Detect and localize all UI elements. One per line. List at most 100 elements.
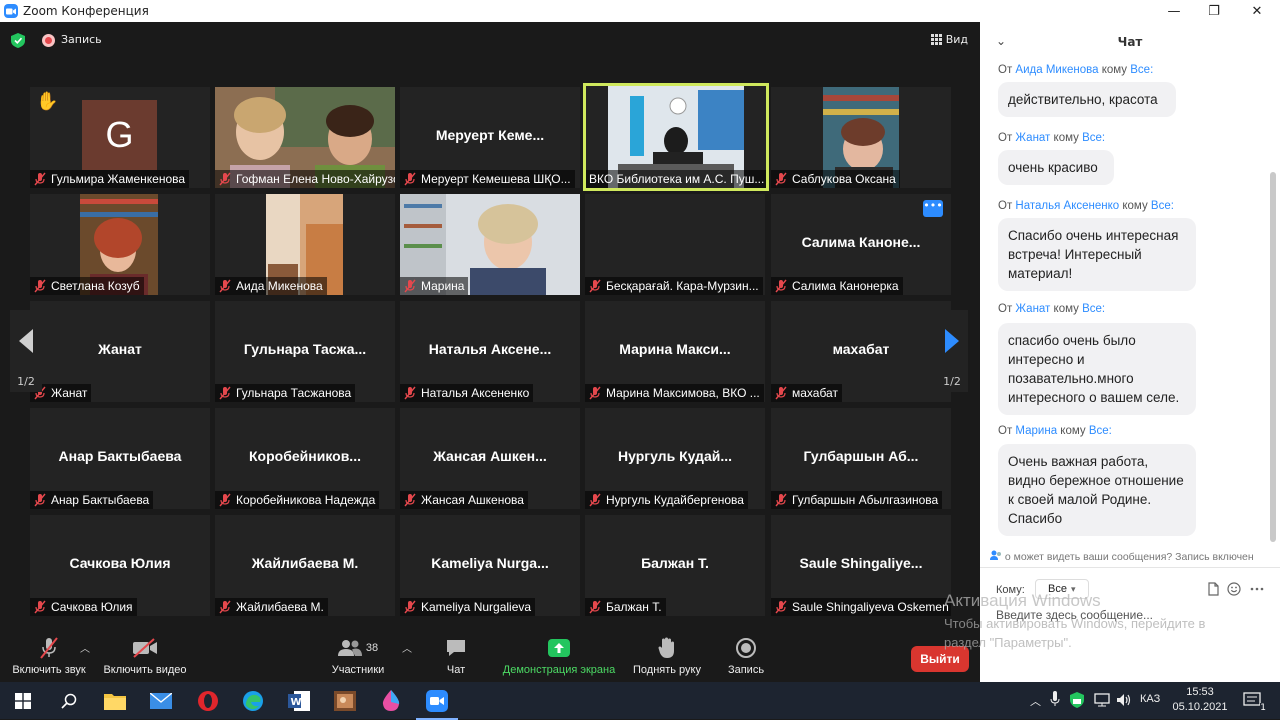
mic-muted-icon xyxy=(219,172,231,186)
video-tile[interactable]: Коробейников... Коробейникова Надежда xyxy=(215,408,395,509)
raise-hand-button[interactable]: Поднять руку xyxy=(628,636,706,676)
video-tile[interactable]: Балжан Т. Балжан Т. xyxy=(585,515,765,616)
participant-label: Коробейникова Надежда xyxy=(215,491,380,509)
video-tile[interactable]: Саблукова Оксана xyxy=(771,87,951,188)
participant-name: Нургуль Кудайбергенова xyxy=(606,493,744,507)
opera-app[interactable] xyxy=(195,688,221,714)
participant-label: Гофман Елена Ново-Хайрузо... xyxy=(215,170,395,188)
share-screen-icon xyxy=(548,639,570,657)
next-page-button[interactable]: 1/2 xyxy=(936,310,968,392)
raise-hand-icon xyxy=(658,637,674,658)
zoom-app[interactable] xyxy=(416,688,458,720)
participants-options-chevron-icon[interactable]: ︿ xyxy=(402,640,412,655)
mic-muted-icon xyxy=(219,600,231,614)
participant-label: Сачкова Юлия xyxy=(30,598,137,616)
participant-label: Kameliya Nurgalieva xyxy=(400,598,536,616)
mic-muted-icon xyxy=(404,600,416,614)
file-explorer-app[interactable] xyxy=(102,688,128,714)
video-tile[interactable]: Анар Бактыбаева Анар Бактыбаева xyxy=(30,408,210,509)
video-tile[interactable]: Kameliya Nurga... Kameliya Nurgalieva xyxy=(400,515,580,616)
file-attach-icon[interactable] xyxy=(1206,582,1220,596)
participant-big-name: Балжан Т. xyxy=(641,555,709,571)
chat-header: ⌄ Чат xyxy=(980,22,1280,60)
tray-overflow-chevron-icon[interactable]: ︿ xyxy=(1030,693,1041,709)
audio-options-chevron-icon[interactable]: ︿ xyxy=(80,640,90,655)
gallery-grid-icon xyxy=(930,34,942,45)
participant-big-name: Жанат xyxy=(98,341,142,357)
video-tile[interactable]: Гофман Елена Ново-Хайрузо... xyxy=(215,87,395,188)
video-tile[interactable]: махабат махабат xyxy=(771,301,951,402)
image-viewer-app[interactable] xyxy=(332,688,358,714)
participant-name: Коробейникова Надежда xyxy=(236,493,376,507)
participant-label: Гульнара Тасжанова xyxy=(215,384,356,402)
video-tile[interactable]: Светлана Козуб xyxy=(30,194,210,295)
participant-name: Жансая Ашкенова xyxy=(421,493,524,507)
participant-big-name: махабат xyxy=(832,341,890,357)
taskbar-clock[interactable]: 15:53 05.10.2021 xyxy=(1170,685,1230,715)
participant-big-name: Сачкова Юлия xyxy=(69,555,171,571)
video-tile[interactable]: Жансая Ашкен... Жансая Ашкенова xyxy=(400,408,580,509)
notifications-button[interactable]: 1 xyxy=(1240,688,1266,714)
input-language[interactable]: КАЗ xyxy=(1140,693,1160,705)
view-button[interactable]: Вид xyxy=(930,33,968,46)
participant-label: Светлана Козуб xyxy=(30,277,144,295)
video-tile[interactable]: Марина xyxy=(400,194,580,295)
mic-muted-icon xyxy=(34,279,46,293)
paint-app[interactable] xyxy=(378,688,404,714)
meeting-top-bar: Запись Вид xyxy=(0,22,980,60)
video-tile[interactable]: Бесқарағай. Кара-Мурзин... xyxy=(585,194,765,295)
more-options-icon[interactable] xyxy=(1250,582,1264,596)
word-icon: W xyxy=(288,691,310,711)
record-label: Запись xyxy=(727,664,765,676)
participant-label: Марина xyxy=(400,277,469,295)
video-tile[interactable]: Меруерт Кеме... Меруерт Кемешева ШҚО... xyxy=(400,87,580,188)
word-app[interactable]: W xyxy=(286,688,312,714)
video-tile[interactable]: ✋ G Гульмира Жаменкенова xyxy=(30,87,210,188)
page-indicator: 1/2 xyxy=(17,375,35,388)
previous-page-button[interactable]: 1/2 xyxy=(10,310,42,392)
video-tile[interactable]: Аида Микенова xyxy=(215,194,395,295)
start-button[interactable] xyxy=(10,688,36,714)
participant-label: Меруерт Кемешева ШҚО... xyxy=(400,170,575,188)
view-label: Вид xyxy=(945,33,968,46)
video-tile-active-speaker[interactable]: ВКО Библиотека им А.С. Пуш... xyxy=(583,83,769,191)
video-tile[interactable]: Жанат Жанат xyxy=(30,301,210,402)
maximize-button[interactable]: ❐ xyxy=(1192,0,1236,22)
encryption-shield-icon[interactable] xyxy=(11,33,25,48)
microphone-icon[interactable] xyxy=(1050,691,1060,707)
security-shield-icon[interactable] xyxy=(1070,692,1084,708)
volume-icon[interactable] xyxy=(1116,693,1132,707)
video-tile[interactable]: Жайлибаева М. Жайлибаева М. xyxy=(215,515,395,616)
video-tile[interactable]: Сачкова Юлия Сачкова Юлия xyxy=(30,515,210,616)
video-tile[interactable]: ••• Салима Каноне... Салима Канонерка xyxy=(771,194,951,295)
video-tile[interactable]: Наталья Аксене... Наталья Аксененко xyxy=(400,301,580,402)
more-options-button[interactable]: ••• xyxy=(923,200,943,217)
share-screen-label: Демонстрация экрана xyxy=(502,664,616,676)
recording-icon xyxy=(42,34,55,47)
edge-app[interactable] xyxy=(240,688,266,714)
minimize-button[interactable]: — xyxy=(1152,0,1196,22)
unmute-button[interactable]: Включить звук xyxy=(8,636,90,676)
video-tile[interactable]: Нургуль Кудай... Нургуль Кудайбергенова xyxy=(585,408,765,509)
message-bubble: Спасибо очень интересная встреча! Интере… xyxy=(998,218,1196,291)
zoom-icon xyxy=(426,690,448,712)
search-button[interactable] xyxy=(56,688,82,714)
chat-button[interactable]: Чат xyxy=(434,636,478,676)
share-screen-button[interactable]: Демонстрация экрана xyxy=(498,636,620,676)
message-bubble: очень красиво xyxy=(998,150,1114,185)
participants-count: 38 xyxy=(365,642,379,654)
video-tile[interactable]: Гульнара Тасжа... Гульнара Тасжанова xyxy=(215,301,395,402)
record-button[interactable]: Запись xyxy=(722,636,770,676)
mic-muted-icon xyxy=(40,637,58,659)
video-tile[interactable]: Saule Shingaliye... Saule Shingaliyeva O… xyxy=(771,515,951,616)
message-bubble: спасибо очень было интересно и позавател… xyxy=(998,323,1196,415)
start-video-button[interactable]: Включить видео xyxy=(100,636,190,676)
mail-app[interactable] xyxy=(148,688,174,714)
chat-scrollbar[interactable] xyxy=(1268,62,1276,552)
network-icon[interactable] xyxy=(1094,693,1110,707)
video-tile[interactable]: Марина Макси... Марина Максимова, ВКО ..… xyxy=(585,301,765,402)
participants-button[interactable]: 38 Участники xyxy=(326,636,390,676)
emoji-icon[interactable] xyxy=(1227,582,1241,596)
video-tile[interactable]: Гулбаршын Аб... Гулбаршын Абылгазинова xyxy=(771,408,951,509)
close-button[interactable]: ✕ xyxy=(1235,0,1279,22)
